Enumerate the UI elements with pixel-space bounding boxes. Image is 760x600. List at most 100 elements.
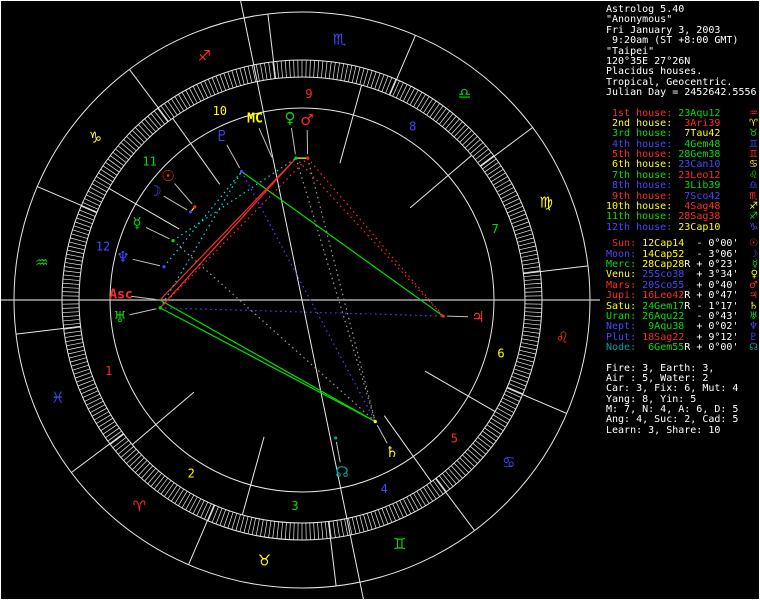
degree-tick [344, 64, 349, 82]
degree-tick [459, 130, 472, 143]
degree-tick [126, 136, 140, 149]
degree-tick [513, 368, 531, 375]
pointer-jupiter [447, 315, 469, 318]
degree-tick [117, 443, 132, 455]
degree-tick [490, 172, 506, 183]
degree-tick [496, 183, 513, 193]
degree-tick [120, 446, 134, 458]
degree-tick [518, 241, 535, 247]
house-cusp-list: 1st house: 23Aqu12 ♒ 2nd house: 3Ari39 ♈ 3… [606, 108, 758, 234]
sign-glyph-sagittarius: ♐ [198, 47, 211, 65]
degree-tick [317, 522, 320, 540]
planet-dot-pluto [240, 169, 244, 174]
degree-tick [62, 278, 80, 281]
planet-glyph-uranus: ♅ [113, 308, 126, 326]
degree-tick [268, 62, 272, 80]
sign-glyph-taurus: ♉ [258, 551, 271, 569]
degree-tick [73, 368, 91, 375]
sign-glyph-virgo: ♍ [539, 193, 552, 211]
degree-tick [413, 91, 423, 108]
degree-tick [157, 477, 169, 492]
degree-tick [70, 237, 87, 243]
degree-tick [366, 513, 373, 530]
degree-tick [426, 484, 437, 500]
degree-tick [196, 500, 205, 516]
degree-tick [167, 484, 178, 500]
house-cusp [108, 187, 180, 230]
house-number-12: 12 [96, 240, 110, 254]
degree-tick [309, 60, 311, 78]
degree-tick [239, 515, 245, 532]
degree-tick [289, 522, 291, 540]
degree-tick [96, 414, 112, 424]
degree-tick [520, 346, 537, 351]
degree-tick [340, 63, 345, 81]
degree-tick [276, 521, 280, 539]
degree-tick [100, 168, 116, 179]
degree-tick [231, 513, 238, 530]
degree-tick [435, 108, 447, 123]
degree-tick [63, 270, 81, 274]
degree-tick [293, 522, 295, 540]
degree-tick [68, 349, 85, 355]
degree-tick [69, 241, 86, 247]
degree-tick [470, 142, 484, 154]
planet-label: Jupi: [606, 290, 637, 302]
sign-boundary [523, 265, 589, 275]
degree-tick [524, 282, 542, 285]
degree-tick [87, 400, 104, 410]
degree-tick [174, 96, 185, 112]
degree-tick [189, 496, 198, 513]
planet-glyph-moon: ☽ [148, 182, 161, 200]
degree-tick [522, 330, 540, 334]
degree-tick [524, 307, 542, 309]
degree-tick [370, 511, 377, 529]
degree-tick [70, 357, 87, 363]
degree-tick [235, 69, 241, 86]
house-number-1: 1 [105, 364, 112, 378]
degree-tick [62, 287, 80, 289]
degree-tick [523, 326, 541, 330]
degree-tick [464, 451, 478, 464]
degree-tick [324, 521, 328, 539]
degree-tick [132, 130, 145, 143]
degree-tick [243, 516, 249, 533]
degree-tick [259, 519, 264, 537]
pointer-venus [290, 127, 296, 155]
degree-tick [126, 451, 140, 464]
degree-tick [64, 262, 82, 266]
degree-tick [178, 94, 188, 110]
planet-dot-saturn [373, 420, 377, 424]
degree-tick [402, 85, 412, 102]
sign-boundary [129, 69, 169, 122]
degree-tick [456, 460, 469, 473]
degree-tick [477, 437, 492, 449]
degree-tick [448, 468, 460, 482]
planet-dot-uranus [158, 306, 162, 310]
house-number-3: 3 [291, 499, 298, 513]
house-cusp [339, 84, 363, 164]
degree-tick [336, 520, 340, 538]
planet-glyph-mars: ♂ [300, 111, 313, 129]
degree-tick [170, 98, 181, 114]
planet-velocity: + 0°00' [690, 342, 739, 354]
degree-tick [459, 457, 472, 470]
angle-label-mc: MC [247, 112, 263, 127]
planet-position-value: 16Leo42 [636, 290, 685, 302]
sign-glyph-scorpio: ♏ [333, 31, 347, 49]
degree-tick [129, 454, 142, 467]
stat-line: Learn: 3, Share: 10 [606, 424, 721, 436]
degree-tick [255, 518, 260, 536]
degree-tick [502, 194, 518, 203]
aspect-line-uranus-venus [159, 157, 297, 309]
degree-tick [517, 237, 534, 243]
degree-tick [62, 291, 80, 293]
degree-tick [524, 319, 542, 322]
degree-tick [503, 198, 520, 207]
degree-tick [313, 522, 315, 540]
degree-tick [72, 364, 89, 371]
degree-tick [467, 448, 481, 461]
degree-tick [442, 473, 454, 487]
degree-tick [62, 315, 80, 318]
degree-tick [416, 94, 426, 110]
